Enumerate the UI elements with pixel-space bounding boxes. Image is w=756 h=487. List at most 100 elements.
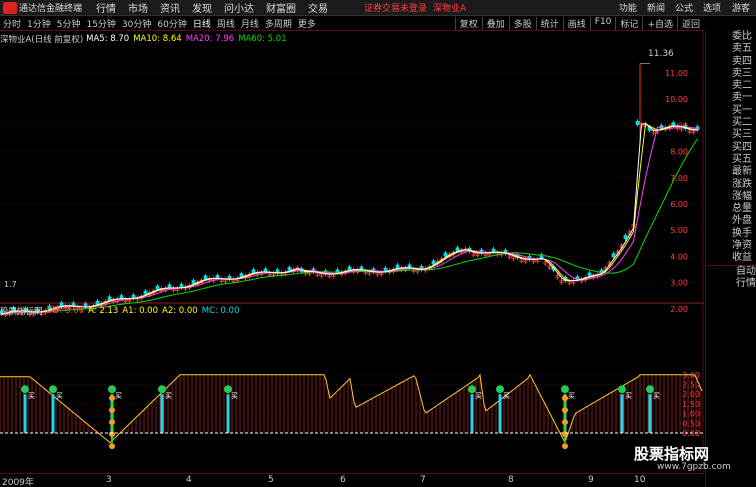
candle-body (587, 272, 592, 277)
signal-bar (620, 394, 624, 433)
sidebar-item-1[interactable]: 卖五 (706, 43, 756, 55)
price-label: 3.00 (670, 279, 688, 288)
trough-ball (109, 419, 115, 426)
a1-value: A1: 0.00 (122, 306, 158, 316)
trough-ball (562, 407, 568, 414)
ind-label: 1.50 (682, 400, 700, 409)
signal-bar (23, 394, 27, 433)
candle-body (611, 253, 616, 258)
sidebar-item-7[interactable]: 买二 (706, 117, 756, 129)
price-label: 10.00 (665, 95, 688, 104)
candle-body (395, 264, 400, 269)
ind-label: 0.50 (682, 419, 700, 428)
date-label-5: 7 (420, 475, 426, 485)
candle-body (107, 296, 112, 301)
candle-body (623, 235, 628, 240)
signal-bar (498, 394, 502, 433)
watermark-title: 股票指标网 (634, 445, 710, 463)
buy-signals: 买买买买买买买买买买 (21, 385, 660, 450)
buy-label: 买 (28, 392, 35, 400)
indicator-name: 股票指标网 (0, 307, 43, 317)
sidebar-item-4[interactable]: 卖二 (706, 80, 756, 92)
candle-body (347, 266, 352, 271)
trough-ball (562, 443, 568, 450)
candle-body (443, 252, 448, 257)
candle-body (383, 267, 388, 272)
guest-user[interactable]: 游客 (732, 1, 750, 14)
sidebar-item-17[interactable]: 净资 (706, 240, 756, 252)
sidebar-item-11[interactable]: 最新 (706, 166, 756, 178)
ma5-line (1, 123, 698, 315)
candle-body (251, 269, 256, 274)
price-label: 6.00 (670, 200, 688, 209)
candle-body (239, 273, 244, 278)
sidebar-item-9[interactable]: 买四 (706, 142, 756, 154)
buy-label: 买 (625, 392, 632, 400)
candle-body (287, 267, 292, 272)
sidebar-zone-0[interactable]: 自动 (706, 266, 756, 278)
sidebar-item-18[interactable]: 收益 (706, 252, 756, 264)
watermark-url: www.7gpzb.com (657, 462, 731, 472)
buy-label: 买 (503, 392, 510, 400)
buy-label: 买 (568, 392, 575, 400)
sidebar-item-14[interactable]: 总量 (706, 203, 756, 215)
candle-body (131, 294, 136, 299)
buy-label: 买 (165, 392, 172, 400)
candle-body (95, 300, 100, 305)
sidebar-item-6[interactable]: 买一 (706, 105, 756, 117)
signal-bar (648, 394, 652, 433)
date-label-2: 4 (186, 475, 192, 485)
ma20-line (1, 126, 698, 315)
trough-ball (562, 419, 568, 426)
a-value: A: 2.13 (88, 306, 119, 316)
date-label-1: 3 (106, 475, 112, 485)
trough-ball (109, 431, 115, 438)
date-label-3: 5 (268, 475, 274, 485)
candle-body (203, 275, 208, 280)
buy-label: 买 (231, 392, 238, 400)
candle-body (635, 120, 640, 125)
dd-value: DD: 3.00 (46, 306, 85, 316)
sidebar-item-10[interactable]: 买五 (706, 154, 756, 166)
sidebar-item-2[interactable]: 卖四 (706, 56, 756, 68)
candle-body (671, 122, 676, 127)
trough-ball (562, 395, 568, 402)
signal-bar (226, 394, 230, 433)
trough-ball (109, 407, 115, 414)
signal-bar (51, 394, 55, 433)
buy-label: 买 (475, 392, 482, 400)
trough-ball (109, 443, 115, 450)
low-price-label: 1.7 (4, 280, 17, 289)
candle-body (143, 290, 148, 295)
candle-body (167, 284, 172, 289)
sidebar-item-5[interactable]: 卖一 (706, 92, 756, 104)
price-label: 2.00 (670, 305, 688, 314)
date-label-6: 8 (508, 475, 514, 485)
price-label: 4.00 (670, 252, 688, 261)
ma60-line (1, 138, 698, 315)
date-label-4: 6 (340, 475, 346, 485)
sidebar-item-8[interactable]: 买三 (706, 129, 756, 141)
price-label: 5.00 (670, 226, 688, 235)
a2-value: A2: 0.00 (162, 306, 198, 316)
buy-label: 买 (115, 392, 122, 400)
sidebar-item-13[interactable]: 涨幅 (706, 191, 756, 203)
sidebar-item-0[interactable]: 委比 (706, 31, 756, 43)
kline-chart[interactable]: 11.0010.009.008.007.006.005.004.003.002.… (0, 0, 704, 473)
sidebar-item-3[interactable]: 卖三 (706, 68, 756, 80)
buy-label: 买 (56, 392, 63, 400)
trough-ball (562, 431, 568, 438)
sidebar-item-16[interactable]: 换手 (706, 228, 756, 240)
date-label-7: 9 (588, 475, 594, 485)
sidebar-item-15[interactable]: 外盘 (706, 215, 756, 227)
signal-bar (160, 394, 164, 433)
sidebar-item-12[interactable]: 涨跌 (706, 179, 756, 191)
candle-body (191, 280, 196, 285)
date-label-8: 10 (634, 475, 646, 485)
signal-bar (470, 394, 474, 433)
quote-sidebar: 委比 卖五 卖四 卖三 卖二 卖一 买一 买二 买三 买四 买五 最新 涨跌 涨幅 总量 外盘 换手 净资 收益自动… (705, 31, 756, 487)
candle-body (155, 285, 160, 290)
candlesticks (0, 63, 700, 318)
sidebar-zone-1[interactable]: 行情 (706, 278, 756, 290)
buy-label: 买 (653, 392, 660, 400)
